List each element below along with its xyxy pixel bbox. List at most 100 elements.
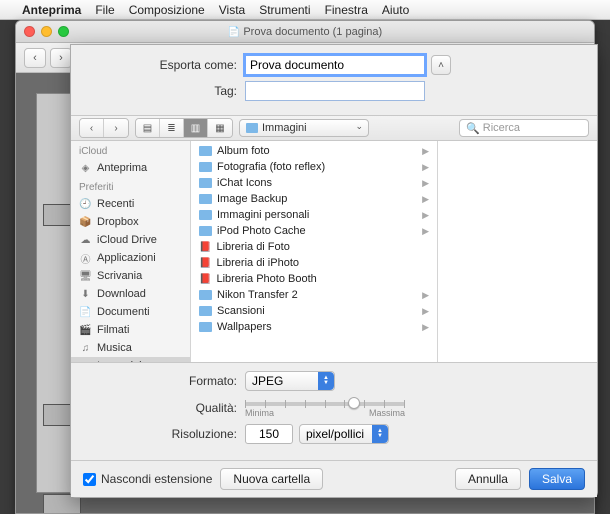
doc-icon: 📄 (79, 306, 92, 318)
chevron-right-icon: ▶ (422, 194, 429, 205)
sidebar-item-anteprima[interactable]: ◈Anteprima (71, 159, 190, 177)
view-columns[interactable]: ▥ (184, 119, 208, 137)
file-row[interactable]: Scansioni▶ (191, 303, 437, 319)
format-panel: Formato: JPEG▲▼ Qualità: Minima Massima … (71, 363, 597, 461)
library-icon: 📕 (199, 258, 211, 269)
file-name: Album foto (217, 145, 270, 157)
chevron-right-icon: ▶ (422, 226, 429, 237)
path-popup[interactable]: Immagini (239, 119, 369, 137)
tag-input[interactable] (245, 81, 425, 101)
quality-slider[interactable] (245, 402, 405, 406)
sidebar-item-recenti[interactable]: 🕘 Recenti (71, 195, 190, 213)
folder-icon (199, 306, 212, 316)
chevron-right-icon: ▶ (422, 306, 429, 317)
menu-tools[interactable]: Strumenti (259, 3, 310, 17)
menu-edit[interactable]: Composizione (129, 3, 205, 17)
sidebar-item-label: Scrivania (97, 270, 142, 282)
file-row[interactable]: 📕Libreria di iPhoto (191, 255, 437, 271)
menu-help[interactable]: Aiuto (382, 3, 409, 17)
fwd-button[interactable]: › (50, 48, 72, 68)
chevron-right-icon: ▶ (422, 210, 429, 221)
file-row[interactable]: 📕Libreria Photo Booth (191, 271, 437, 287)
titlebar: 📄 Prova documento (1 pagina) (16, 21, 594, 43)
format-label: Formato: (85, 374, 245, 388)
download-icon: ⬇ (79, 288, 92, 300)
format-popup[interactable]: JPEG▲▼ (245, 371, 335, 391)
chevron-right-icon: ▶ (422, 178, 429, 189)
chevron-right-icon: ▶ (422, 162, 429, 173)
sidebar-item-label: Recenti (97, 198, 134, 210)
photo-icon: ▣ (79, 360, 92, 362)
resolution-input[interactable] (245, 424, 293, 444)
folder-icon (199, 146, 212, 156)
sidebar-item-label: Filmati (97, 324, 129, 336)
sidebar: iCloud◈AnteprimaPreferiti🕘Recenti📦Dropbo… (71, 141, 191, 362)
sidebar-item-filmati[interactable]: 🎬Filmati (71, 321, 190, 339)
file-name: Fotografia (foto reflex) (217, 161, 325, 173)
export-name-input[interactable] (245, 55, 425, 75)
clock-icon: 🕘 (79, 198, 92, 210)
sidebar-item-documenti[interactable]: 📄 Documenti (71, 303, 190, 321)
chevron-right-icon: ▶ (422, 322, 429, 333)
app-menu[interactable]: Anteprima (22, 3, 81, 17)
browser-toolbar: ‹ › ▤ ≣ ▥ ▦ Immagini 🔍 Ricerca (71, 115, 597, 141)
hide-extension-checkbox[interactable]: Nascondi estensione (83, 472, 212, 486)
sidebar-item-download[interactable]: ⬇Download (71, 285, 190, 303)
export-name-label: Esporta come: (85, 58, 245, 72)
folder-icon (199, 178, 212, 188)
folder-icon (199, 194, 212, 204)
app-icon: ◈ (79, 162, 92, 174)
file-name: Image Backup (217, 193, 287, 205)
save-button[interactable]: Salva (529, 468, 585, 490)
file-row[interactable]: iPod Photo Cache▶ (191, 223, 437, 239)
view-cover[interactable]: ▦ (208, 119, 232, 137)
sheet-footer: Nascondi estensione Nuova cartella Annul… (71, 461, 597, 497)
sidebar-item-scrivania[interactable]: 🖥 Scrivania (71, 267, 190, 285)
menu-window[interactable]: Finestra (325, 3, 368, 17)
nav-fwd[interactable]: › (104, 119, 128, 137)
new-folder-button[interactable]: Nuova cartella (220, 468, 323, 490)
file-column: Album foto▶Fotografia (foto reflex)▶iCha… (191, 141, 437, 362)
browser-search[interactable]: 🔍 Ricerca (459, 119, 589, 137)
folder-icon (199, 210, 212, 220)
file-name: Immagini personali (217, 209, 309, 221)
slider-thumb[interactable] (348, 397, 360, 409)
cloud-icon: ☁ (79, 234, 92, 246)
nav-back[interactable]: ‹ (80, 119, 104, 137)
chevron-right-icon: ▶ (422, 146, 429, 157)
window-title: 📄 Prova documento (1 pagina) (16, 26, 594, 38)
file-name: Libreria Photo Booth (216, 273, 316, 285)
file-row[interactable]: 📕Libreria di Foto (191, 239, 437, 255)
quality-min-label: Minima (245, 408, 274, 418)
menu-view[interactable]: Vista (219, 3, 245, 17)
file-row[interactable]: Album foto ▶ (191, 143, 437, 159)
desktop-icon: 🖥 (79, 270, 92, 282)
file-row[interactable]: Immagini personali ▶ (191, 207, 437, 223)
sidebar-header: Preferiti (71, 177, 190, 195)
tag-label: Tag: (85, 84, 245, 98)
sidebar-item-immagini[interactable]: ▣ Immagini (71, 357, 190, 362)
sidebar-item-label: Immagini (97, 360, 142, 362)
sidebar-item-applicazioni[interactable]: ⒶApplicazioni (71, 249, 190, 267)
view-list[interactable]: ≣ (160, 119, 184, 137)
save-sheet: Esporta come: ˄ Tag: ‹ › ▤ ≣ ▥ ▦ Immagin… (70, 44, 598, 498)
sidebar-item-dropbox[interactable]: 📦Dropbox (71, 213, 190, 231)
file-row[interactable]: Fotografia (foto reflex) ▶ (191, 159, 437, 175)
file-row[interactable]: iChat Icons ▶ (191, 175, 437, 191)
cancel-button[interactable]: Annulla (455, 468, 521, 490)
collapse-button[interactable]: ˄ (431, 55, 451, 75)
file-name: iChat Icons (217, 177, 272, 189)
file-row[interactable]: Nikon Transfer 2▶ (191, 287, 437, 303)
resolution-unit-popup[interactable]: pixel/pollici▲▼ (299, 424, 389, 444)
file-row[interactable]: Image Backup ▶ (191, 191, 437, 207)
sidebar-item-musica[interactable]: ♫Musica (71, 339, 190, 357)
sidebar-item-label: Documenti (97, 306, 150, 318)
menubar: Anteprima File Composizione Vista Strume… (0, 0, 610, 20)
resolution-label: Risoluzione: (85, 427, 245, 441)
sidebar-item-icloud-drive[interactable]: ☁iCloud Drive (71, 231, 190, 249)
back-button[interactable]: ‹ (24, 48, 46, 68)
quality-max-label: Massima (369, 408, 405, 418)
file-row[interactable]: Wallpapers▶ (191, 319, 437, 335)
menu-file[interactable]: File (95, 3, 114, 17)
view-icons[interactable]: ▤ (136, 119, 160, 137)
